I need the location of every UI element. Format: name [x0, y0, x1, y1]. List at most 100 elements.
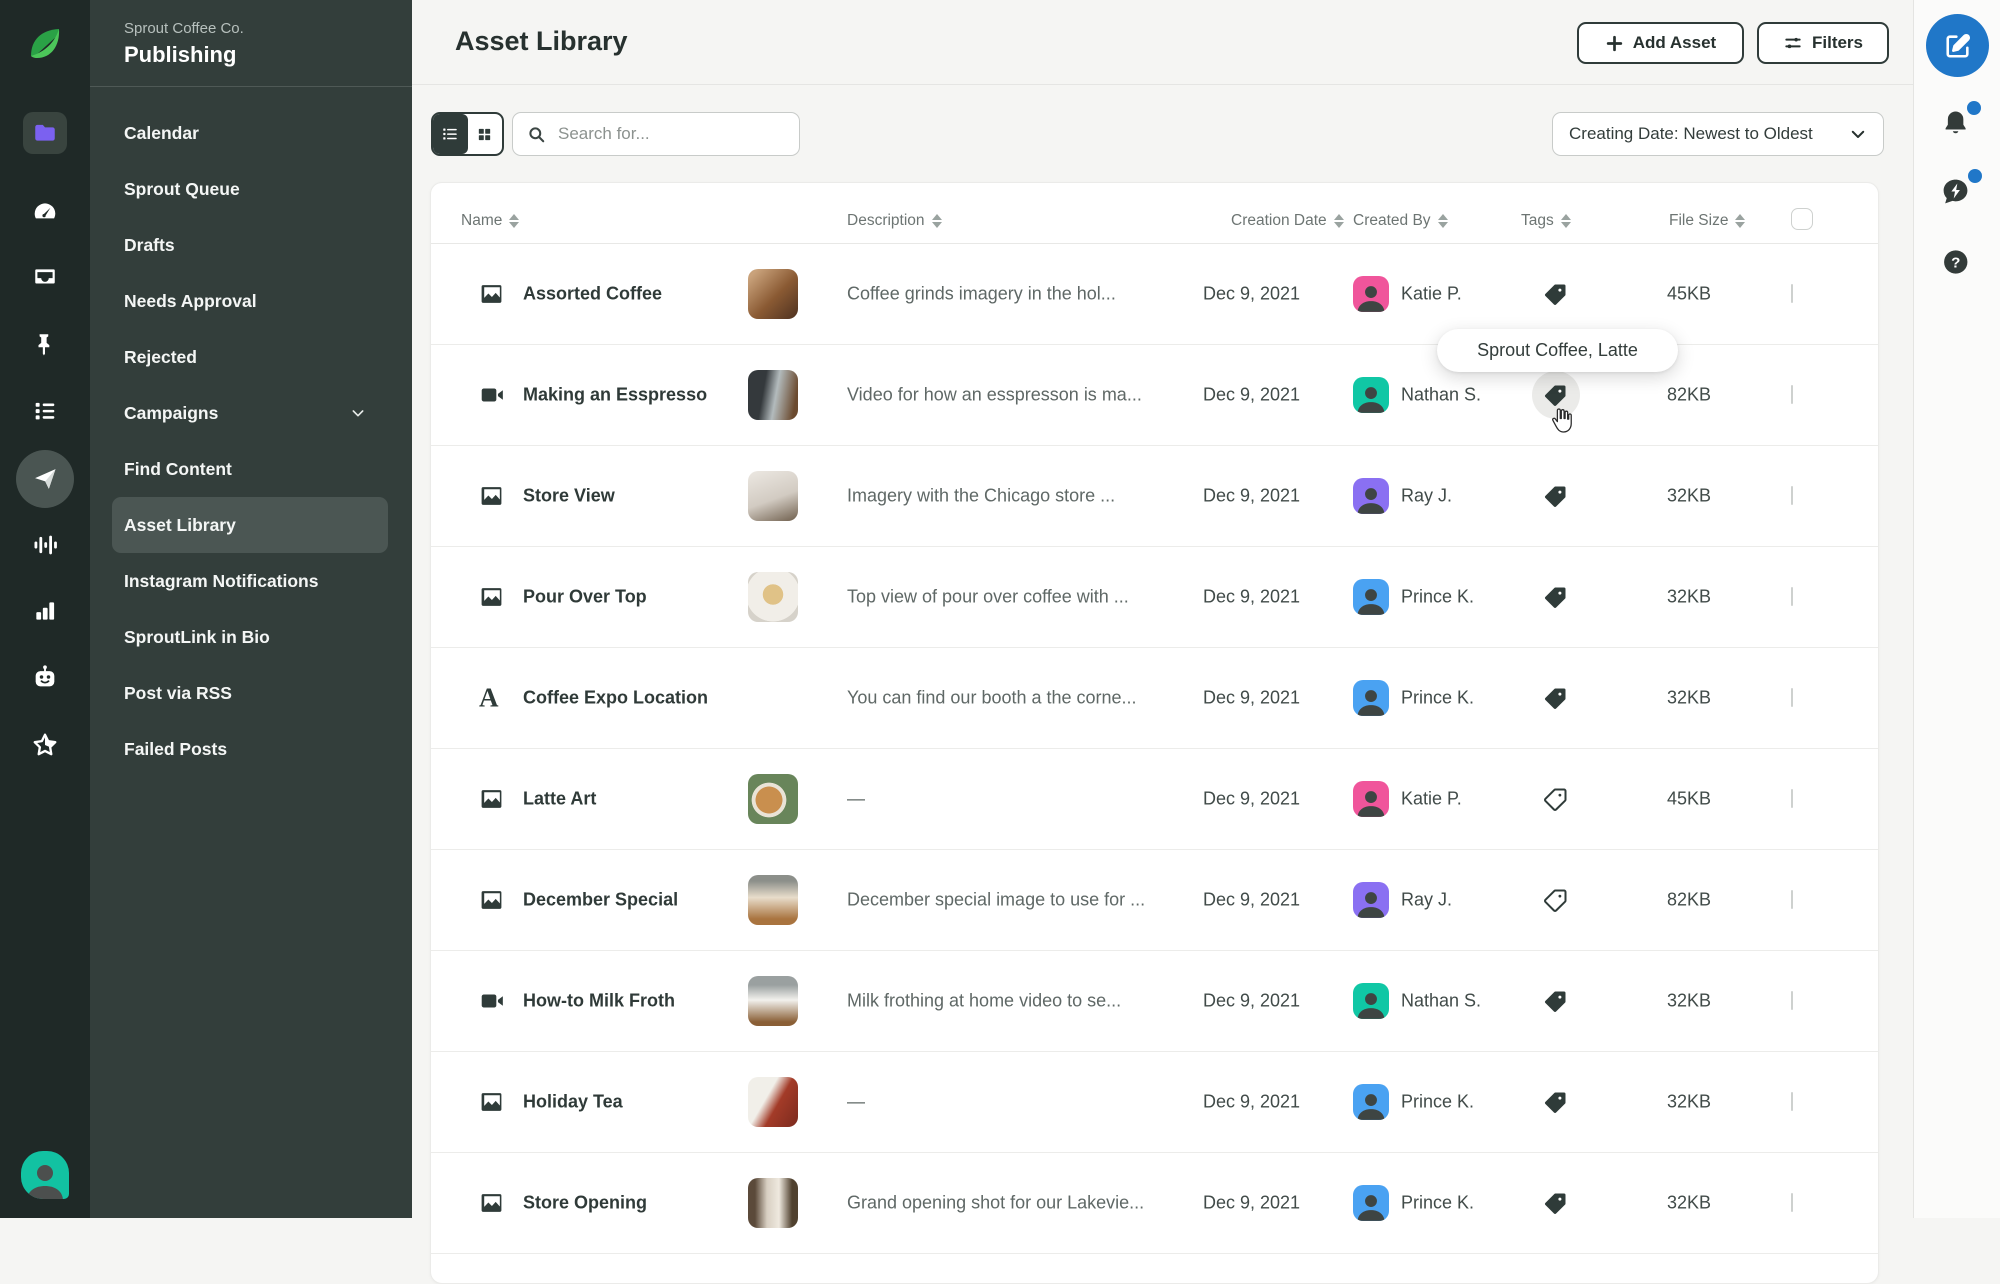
bot-icon[interactable] — [31, 663, 59, 691]
asset-name[interactable]: Assorted Coffee — [523, 284, 662, 305]
sidebar-item-calendar[interactable]: Calendar — [90, 105, 412, 161]
dashboard-gauge-icon[interactable] — [32, 198, 58, 224]
asset-name[interactable]: Latte Art — [523, 789, 596, 810]
search-box[interactable] — [512, 112, 800, 156]
row-checkbox[interactable] — [1791, 890, 1793, 909]
grid-view-button[interactable] — [468, 114, 503, 154]
asset-name[interactable]: Coffee Expo Location — [523, 688, 708, 709]
select-all-checkbox[interactable] — [1791, 208, 1813, 230]
asset-thumbnail[interactable] — [748, 1178, 798, 1228]
list-icon[interactable] — [31, 397, 59, 425]
column-header-file-size[interactable]: File Size — [1669, 212, 1746, 230]
asset-thumbnail[interactable] — [748, 976, 798, 1026]
asset-name[interactable]: Store Opening — [523, 1193, 647, 1214]
asset-folder-icon[interactable] — [32, 120, 58, 146]
asset-thumbnail[interactable] — [748, 572, 798, 622]
user-avatar[interactable] — [21, 1151, 69, 1199]
asset-name[interactable]: Making an Esspresso — [523, 385, 707, 406]
search-input[interactable] — [556, 123, 785, 145]
sidebar-item-failed-posts[interactable]: Failed Posts — [90, 721, 412, 777]
tag-icon[interactable] — [1532, 977, 1580, 1025]
add-asset-button[interactable]: Add Asset — [1577, 22, 1744, 64]
view-toggle[interactable] — [431, 112, 504, 156]
row-checkbox[interactable] — [1791, 789, 1793, 808]
sort-arrows-icon — [1560, 214, 1571, 228]
video-icon — [479, 382, 505, 408]
column-header-tags[interactable]: Tags — [1521, 212, 1571, 230]
column-header-created-by[interactable]: Created By — [1353, 212, 1448, 230]
sprout-logo-icon[interactable] — [25, 24, 65, 64]
sidebar-item-find-content[interactable]: Find Content — [90, 441, 412, 497]
row-checkbox[interactable] — [1791, 587, 1793, 606]
column-header-creation-date[interactable]: Creation Date — [1231, 212, 1344, 230]
audio-wave-icon[interactable] — [31, 531, 59, 559]
notifications-bell-icon[interactable] — [1940, 108, 1970, 138]
sidebar-item-sproutlink-in-bio[interactable]: SproutLink in Bio — [90, 609, 412, 665]
tag-filled-icon — [1544, 282, 1568, 306]
pin-icon[interactable] — [32, 331, 58, 357]
sidebar-item-post-via-rss[interactable]: Post via RSS — [90, 665, 412, 721]
sidebar-item-needs-approval[interactable]: Needs Approval — [90, 273, 412, 329]
asset-name[interactable]: How-to Milk Froth — [523, 991, 675, 1012]
asset-name[interactable]: Pour Over Top — [523, 587, 647, 608]
tag-icon[interactable] — [1532, 573, 1580, 621]
sidebar-item-asset-library[interactable]: Asset Library — [112, 497, 388, 553]
row-checkbox[interactable] — [1791, 1193, 1793, 1212]
bell-badge-dot — [1967, 101, 1981, 115]
tag-icon[interactable] — [1532, 1179, 1580, 1227]
tag-icon[interactable] — [1532, 371, 1580, 419]
paper-plane-icon[interactable] — [31, 465, 59, 493]
bar-chart-icon[interactable] — [32, 598, 58, 624]
sort-dropdown[interactable]: Creating Date: Newest to Oldest — [1552, 112, 1884, 156]
asset-type-icon: A — [479, 988, 505, 1014]
column-header-description[interactable]: Description — [847, 212, 942, 230]
row-checkbox[interactable] — [1791, 284, 1793, 303]
tag-icon[interactable] — [1532, 775, 1580, 823]
asset-thumbnail[interactable] — [748, 774, 798, 824]
tag-icon[interactable] — [1532, 270, 1580, 318]
asset-name[interactable]: December Special — [523, 890, 678, 911]
creator-name: Prince K. — [1401, 687, 1475, 708]
asset-thumbnail[interactable] — [748, 875, 798, 925]
row-checkbox[interactable] — [1791, 385, 1793, 404]
sidebar-item-instagram-notifications[interactable]: Instagram Notifications — [90, 553, 412, 609]
table-row: A How-to Milk Froth Milk frothing at hom… — [431, 951, 1878, 1052]
column-header-name[interactable]: Name — [461, 212, 520, 230]
asset-description: Imagery with the Chicago store ... — [847, 485, 1116, 506]
asset-name[interactable]: Store View — [523, 486, 615, 507]
section-title: Publishing — [124, 42, 237, 67]
tag-icon[interactable] — [1532, 1078, 1580, 1126]
asset-thumbnail[interactable] — [748, 471, 798, 521]
message-lightning-icon[interactable] — [1940, 176, 1971, 207]
inbox-tray-icon[interactable] — [32, 264, 58, 290]
row-checkbox[interactable] — [1791, 1092, 1793, 1111]
asset-thumbnail[interactable] — [748, 1077, 798, 1127]
sidebar-item-drafts[interactable]: Drafts — [90, 217, 412, 273]
compose-button[interactable] — [1926, 14, 1989, 77]
asset-description: Grand opening shot for our Lakevie... — [847, 1192, 1145, 1213]
star-icon[interactable] — [31, 731, 59, 759]
file-size: 82KB — [1667, 889, 1712, 910]
tag-icon[interactable] — [1532, 876, 1580, 924]
sidebar-item-label: Needs Approval — [124, 290, 257, 311]
asset-thumbnail[interactable] — [748, 370, 798, 420]
tag-icon[interactable] — [1532, 674, 1580, 722]
help-icon[interactable]: ? — [1941, 248, 1969, 276]
sidebar-item-campaigns[interactable]: Campaigns — [90, 385, 412, 441]
sidebar-item-sprout-queue[interactable]: Sprout Queue — [90, 161, 412, 217]
asset-thumbnail[interactable] — [748, 269, 798, 319]
tag-icon[interactable] — [1532, 472, 1580, 520]
row-checkbox[interactable] — [1791, 688, 1793, 707]
asset-creation-date: Dec 9, 2021 — [1203, 586, 1301, 607]
row-checkbox[interactable] — [1791, 486, 1793, 505]
sidebar-item-label: Instagram Notifications — [124, 570, 319, 591]
file-size: 32KB — [1667, 485, 1712, 506]
asset-description: Video for how an esspresson is ma... — [847, 384, 1142, 405]
sidebar-item-rejected[interactable]: Rejected — [90, 329, 412, 385]
table-body: A Assorted Coffee Coffee grinds imagery … — [431, 244, 1878, 1254]
asset-name[interactable]: Holiday Tea — [523, 1092, 623, 1113]
row-checkbox[interactable] — [1791, 991, 1793, 1010]
list-view-button[interactable] — [433, 114, 468, 154]
file-size: 32KB — [1667, 586, 1712, 607]
filters-button[interactable]: Filters — [1757, 22, 1889, 64]
